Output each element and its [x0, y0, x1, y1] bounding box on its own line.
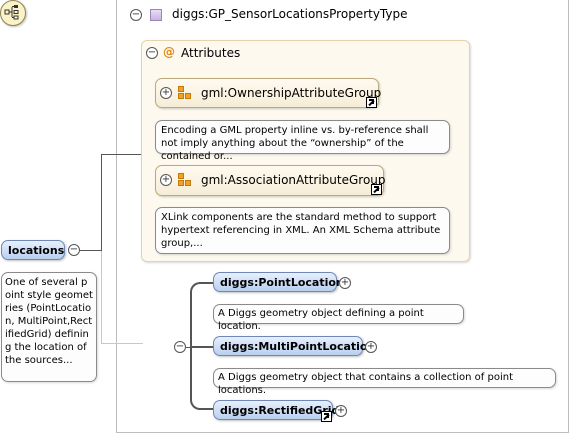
element-locations-collapse-toggle[interactable]: − — [68, 244, 80, 256]
element-multi-point-location-doc: A Diggs geometry object that contains a … — [213, 368, 556, 396]
connector-line — [101, 154, 141, 155]
attribute-group-ownership-doc: Encoding a GML property inline vs. by-re… — [155, 120, 450, 162]
attribute-group-ownership-label: gml:OwnershipAttributeGroup — [201, 86, 382, 100]
element-multi-point-location-expand-toggle[interactable]: + — [365, 341, 377, 353]
attribute-group-icon — [178, 86, 191, 99]
external-link-icon[interactable] — [321, 411, 332, 422]
attribute-group-association-doc: XLink components are the standard method… — [155, 207, 450, 254]
element-multi-point-location[interactable]: diggs:MultiPointLocation — [213, 336, 375, 356]
type-title: diggs:GP_SensorLocationsPropertyType — [172, 7, 408, 21]
connector-line-light — [101, 251, 102, 343]
connector-line — [101, 154, 102, 251]
element-rectified-grid[interactable]: diggs:RectifiedGrid — [213, 400, 339, 420]
attribute-group-association-label: gml:AssociationAttributeGroup — [201, 173, 386, 187]
attribute-at-icon: @ — [163, 45, 175, 59]
element-locations[interactable]: locations — [1, 240, 65, 260]
element-point-location-expand-toggle[interactable]: + — [339, 277, 351, 289]
attribute-group-ownership-expand-toggle[interactable]: + — [160, 87, 172, 99]
attributes-label: Attributes — [181, 46, 241, 60]
element-locations-doc: One of several point style geometries (P… — [1, 272, 97, 382]
external-link-icon[interactable] — [371, 184, 382, 195]
attribute-group-icon — [178, 173, 191, 186]
complex-type-icon — [150, 9, 162, 21]
external-link-icon[interactable] — [366, 97, 377, 108]
connector-line-light — [101, 343, 143, 344]
connector-line — [190, 346, 214, 348]
choice-compositor-icon — [4, 5, 19, 20]
connector-line — [80, 250, 102, 251]
element-point-location[interactable]: diggs:PointLocation — [213, 272, 344, 292]
choice-collapse-toggle[interactable]: − — [174, 341, 186, 353]
attribute-group-association-expand-toggle[interactable]: + — [160, 174, 172, 186]
type-collapse-toggle[interactable]: − — [130, 9, 142, 21]
choice-compositor[interactable] — [0, 0, 26, 26]
element-point-location-doc: A Diggs geometry object defining a point… — [213, 304, 464, 332]
element-rectified-grid-expand-toggle[interactable]: + — [335, 405, 347, 417]
attributes-collapse-toggle[interactable]: − — [146, 47, 158, 59]
